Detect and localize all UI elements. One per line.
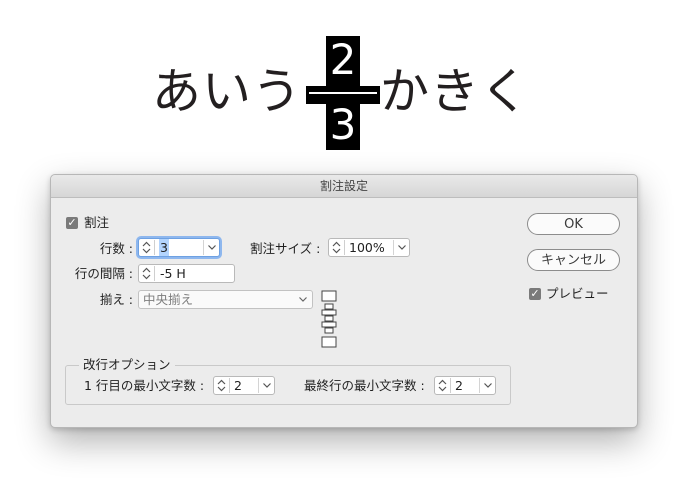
chevron-down-icon — [208, 245, 216, 250]
line-spacing-stepper[interactable] — [140, 266, 155, 281]
min-chars-last-value[interactable]: 2 — [455, 377, 463, 394]
cancel-button[interactable]: キャンセル — [527, 249, 620, 271]
min-chars-last-field[interactable]: 2 — [434, 376, 496, 395]
warichu-settings-dialog: 割注設定 ✓ 割注 行数 : 3 割注サイズ : 100% 行の間隔 : -5 … — [50, 174, 638, 428]
alignment-value: 中央揃え — [143, 292, 194, 307]
lines-value[interactable]: 3 — [159, 239, 169, 256]
chevron-down-icon — [299, 297, 307, 302]
break-options-title: 改行オプション — [79, 355, 175, 375]
warichu-selection: 2 3 — [306, 36, 380, 150]
lines-field[interactable]: 3 — [138, 238, 220, 257]
chevron-down-icon — [263, 383, 271, 388]
lines-stepper[interactable] — [140, 240, 155, 255]
min-chars-last-label: 最終行の最小文字数 : — [304, 378, 425, 393]
min-chars-first-stepper[interactable] — [215, 378, 230, 393]
min-chars-first-label: 1 行目の最小文字数 : — [84, 378, 205, 393]
min-chars-last-dropdown[interactable] — [479, 378, 496, 393]
size-field[interactable]: 100% — [328, 238, 410, 257]
chevron-down-icon — [484, 383, 492, 388]
warichu-checkbox[interactable]: ✓ — [66, 217, 78, 229]
size-stepper[interactable] — [330, 240, 345, 255]
warichu-top-text: 2 — [329, 35, 357, 84]
preview-label: プレビュー — [546, 286, 609, 301]
dialog-title: 割注設定 — [51, 175, 637, 198]
alignment-label: 揃え : — [99, 292, 133, 307]
chevron-down-icon — [398, 245, 406, 250]
line-spacing-label: 行の間隔 : — [74, 266, 133, 281]
warichu-checkbox-label: 割注 — [84, 215, 110, 230]
stepper-icon — [438, 379, 447, 392]
lines-dropdown[interactable] — [203, 240, 220, 255]
ok-button[interactable]: OK — [527, 213, 620, 235]
min-chars-last-stepper[interactable] — [436, 378, 451, 393]
stepper-icon — [142, 267, 151, 280]
line-spacing-value[interactable]: -5 H — [160, 265, 186, 282]
min-chars-first-field[interactable]: 2 — [213, 376, 275, 395]
warichu-bottom-text: 3 — [329, 100, 357, 149]
alignment-select[interactable]: 中央揃え — [138, 290, 313, 309]
stepper-icon — [142, 241, 151, 254]
stepper-icon — [217, 379, 226, 392]
size-value[interactable]: 100% — [349, 239, 385, 256]
center-align-icon — [321, 290, 337, 348]
warichu-fraction-line — [309, 92, 377, 94]
lines-label: 行数 : — [99, 241, 133, 256]
size-label: 割注サイズ : — [250, 241, 321, 256]
min-chars-first-value[interactable]: 2 — [234, 377, 242, 394]
sample-text-area: あいう 2 3 かきく — [0, 0, 691, 160]
line-spacing-field[interactable]: -5 H — [138, 264, 235, 283]
stepper-icon — [332, 241, 341, 254]
sample-right-text: かきく — [380, 63, 531, 120]
checkmark-icon: ✓ — [530, 287, 540, 300]
preview-checkbox[interactable]: ✓ — [529, 288, 541, 300]
sample-left-text: あいう — [152, 63, 303, 120]
size-dropdown[interactable] — [393, 240, 410, 255]
min-chars-first-dropdown[interactable] — [258, 378, 275, 393]
checkmark-icon: ✓ — [67, 216, 77, 229]
